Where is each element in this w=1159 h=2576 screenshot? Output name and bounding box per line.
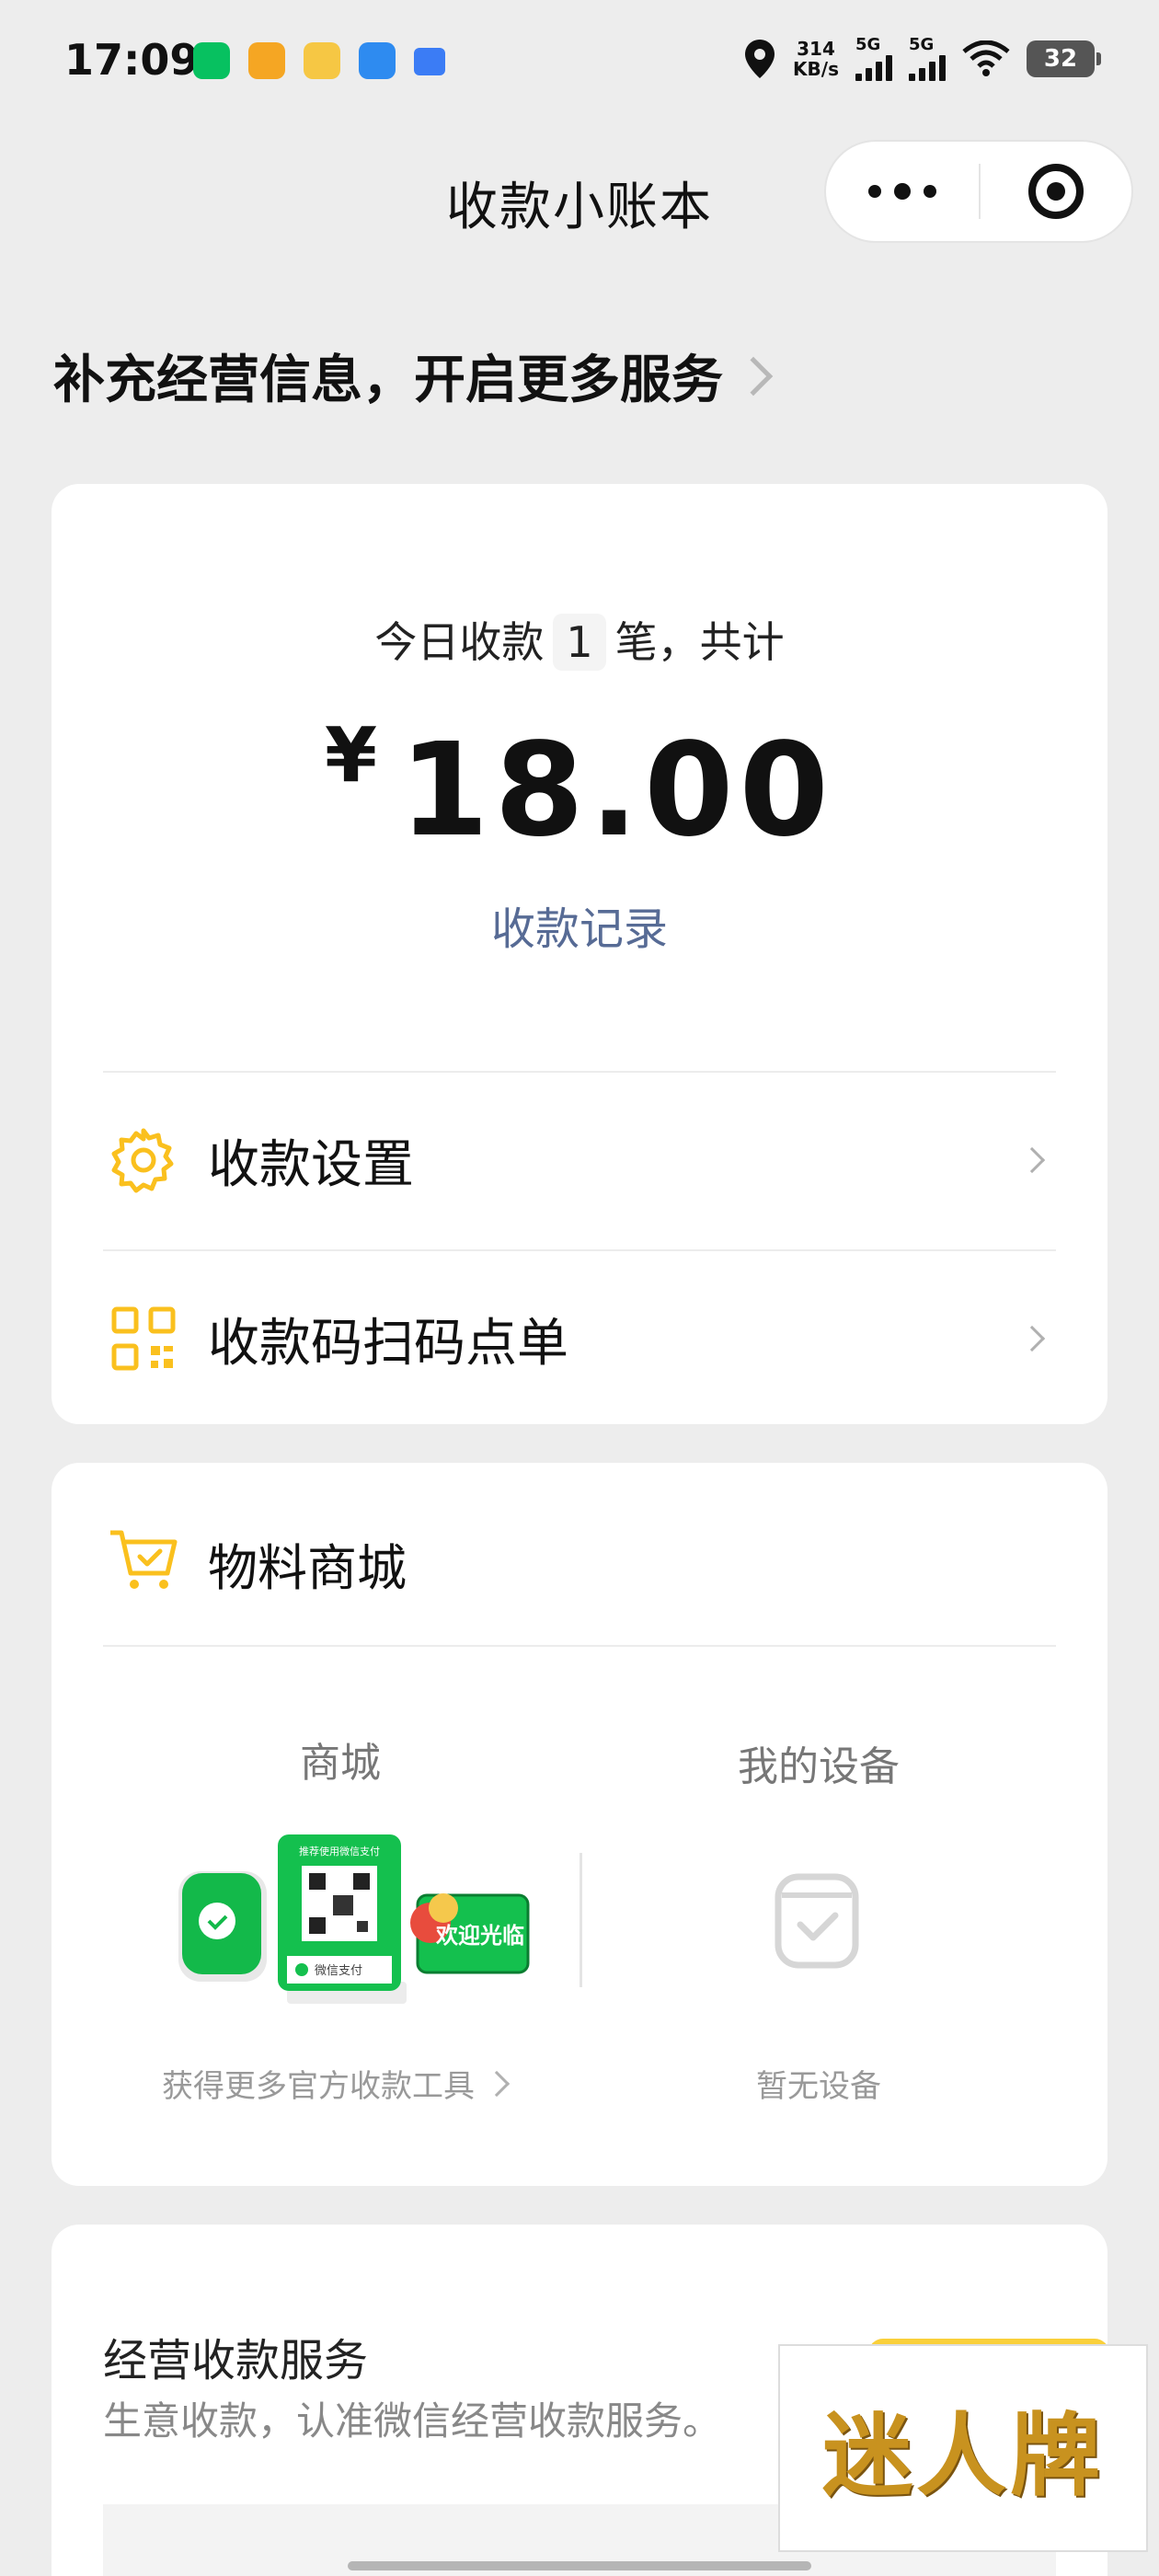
blue-app-icon: [359, 42, 396, 79]
qr-order-label: 收款码扫码点单: [208, 1313, 568, 1374]
orange-app-icon: [248, 42, 285, 79]
notification-icons: [193, 42, 445, 79]
shopping-cart-icon: [110, 1530, 178, 1589]
qr-order-row[interactable]: 收款码扫码点单: [52, 1251, 1107, 1426]
product-header-text: 推荐使用微信支付: [299, 1845, 380, 1857]
watermark-text: 迷人牌: [821, 2403, 1104, 2509]
signal-sim2-icon: 5G: [909, 37, 946, 81]
speed-unit: KB/s: [793, 58, 839, 80]
chevron-right-icon: [1018, 1146, 1046, 1174]
settings-row[interactable]: 收款设置: [52, 1073, 1107, 1248]
network-speed: 314 KB/s: [793, 39, 839, 79]
watermark-logo: 迷人牌: [778, 2344, 1148, 2552]
payment-tools-image: 推荐使用微信支付 微信支付 欢迎光临: [178, 1834, 530, 2004]
yellow-app-icon: [304, 42, 340, 79]
welcome-badge-text: 欢迎光临: [435, 1923, 524, 1949]
empty-device-icon: [775, 1873, 859, 1969]
device-subtitle: 暂无设备: [756, 2068, 881, 2105]
today-suffix: 笔，共计: [614, 617, 785, 667]
transaction-count: 1: [553, 614, 606, 671]
close-mini-program-button[interactable]: [981, 164, 1131, 219]
mini-program-capsule: [824, 140, 1133, 243]
wifi-icon: [962, 40, 1010, 76]
qr-code-icon: [111, 1306, 176, 1371]
banner-text: 补充经营信息，开启更多服务: [53, 351, 723, 410]
sim1-label: 5G: [855, 35, 881, 54]
sim2-label: 5G: [909, 35, 935, 54]
mall-title: 物料商城: [208, 1539, 407, 1597]
chevron-right-icon: [1018, 1325, 1046, 1352]
chevron-right-icon: [483, 2070, 511, 2097]
today-summary: 今日收款 1 笔，共计: [52, 609, 1107, 671]
settings-label: 收款设置: [208, 1134, 414, 1195]
total-amount: ¥18.00: [52, 712, 1107, 866]
divider: [103, 1645, 1056, 1647]
materials-mall-card: 物料商城 商城 推荐使用微信支付 微信支付 欢迎光临 获得更多官方收款工具 我的…: [52, 1463, 1107, 2186]
shop-label: 商城: [300, 1740, 381, 1787]
gear-icon: [111, 1128, 174, 1193]
status-indicators: 314 KB/s 5G 5G 32: [743, 37, 1101, 81]
status-bar: 17:09 314 KB/s 5G 5G 32: [0, 0, 1159, 120]
column-divider: [580, 1853, 582, 1987]
product-pay-text: 微信支付: [315, 1964, 362, 1978]
service-subtitle: 生意收款，认准微信经营收款服务。: [103, 2398, 722, 2444]
business-info-banner[interactable]: 补充经营信息，开启更多服务: [53, 339, 774, 413]
dot-icon: [924, 185, 936, 198]
shop-subtitle[interactable]: 获得更多官方收款工具: [162, 2061, 511, 2106]
more-options-button[interactable]: [826, 183, 979, 200]
chevron-right-icon: [733, 356, 774, 396]
service-title: 经营收款服务: [103, 2335, 369, 2386]
dot-icon: [868, 185, 881, 198]
amount-value: 18.00: [399, 716, 834, 866]
status-time: 17:09: [64, 35, 200, 85]
summary-card: 今日收款 1 笔，共计 ¥18.00 收款记录 收款设置 收款码扫码点单: [52, 484, 1107, 1424]
battery-icon: 32: [1027, 40, 1101, 77]
chat-app-icon: [414, 48, 445, 75]
currency-symbol: ¥: [325, 712, 378, 799]
wechat-app-icon: [193, 42, 230, 79]
records-link[interactable]: 收款记录: [52, 892, 1107, 957]
location-icon: [745, 40, 775, 78]
home-indicator[interactable]: [348, 2561, 811, 2570]
today-prefix: 今日收款: [374, 617, 545, 667]
device-label: 我的设备: [738, 1743, 900, 1790]
signal-sim1-icon: 5G: [855, 37, 892, 81]
target-icon: [1027, 164, 1084, 219]
shop-subtitle-text: 获得更多官方收款工具: [162, 2068, 475, 2105]
speed-value: 314: [797, 38, 835, 60]
dot-icon: [894, 183, 911, 200]
